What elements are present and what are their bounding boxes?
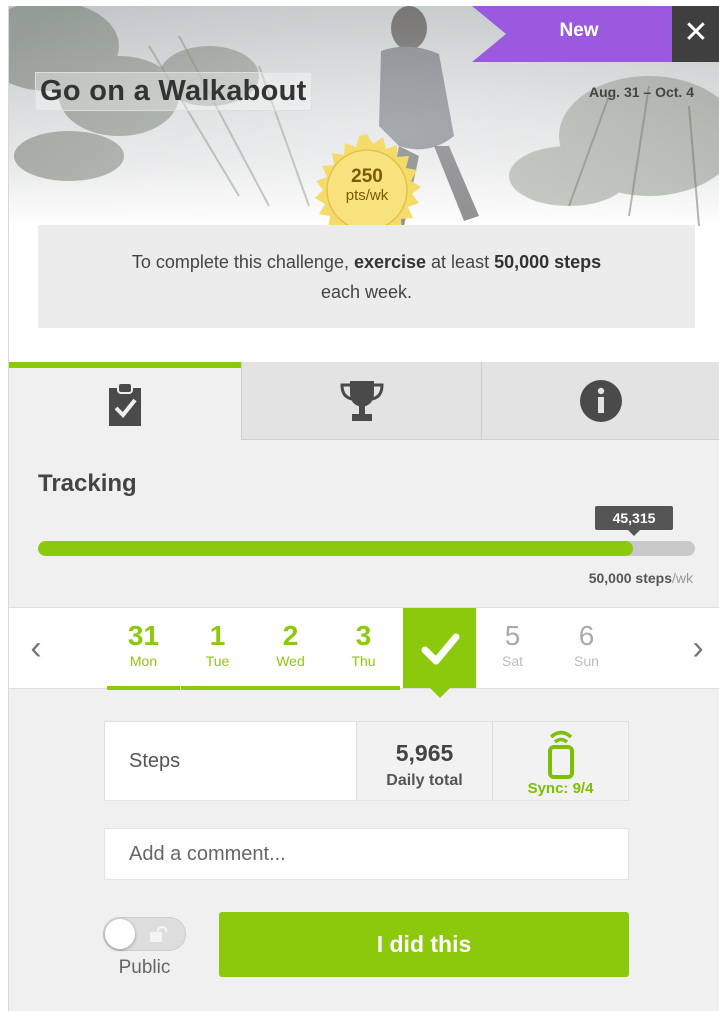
- lock-icon: [150, 926, 167, 942]
- day-item[interactable]: 3 Thu: [327, 608, 400, 690]
- day-number: 2: [282, 620, 299, 651]
- new-badge: New: [559, 20, 599, 41]
- day-item[interactable]: 6 Sun: [550, 608, 623, 690]
- daily-total-label: Daily total: [386, 772, 463, 789]
- progress-goal: 50,000 steps/wk: [588, 570, 693, 586]
- day-name: Thu: [351, 653, 376, 669]
- trophy-icon: [339, 380, 384, 421]
- day-selector: ‹ 31 Mon 1 Tue 2 Wed 3 Thu 5 Sat 6 Sun ›: [9, 607, 719, 698]
- close-button[interactable]: ✕: [672, 6, 719, 62]
- day-item[interactable]: 1 Tue: [181, 608, 254, 690]
- day-name: Sat: [501, 653, 523, 669]
- day-name: Sun: [574, 653, 599, 669]
- day-name: Wed: [276, 653, 305, 669]
- steps-input[interactable]: Steps: [105, 722, 357, 800]
- tab-info[interactable]: [481, 362, 719, 440]
- progress-bar-fill: [38, 541, 634, 556]
- i-did-this-button[interactable]: I did this: [219, 912, 629, 977]
- comment-input[interactable]: Add a comment...: [104, 828, 629, 880]
- challenge-header: Go on a Walkabout Aug. 31 – Oct. 4 New ✕…: [9, 6, 719, 362]
- sync-button[interactable]: Sync: 9/4: [493, 722, 628, 800]
- day-name: Tue: [205, 653, 230, 669]
- challenge-description: To complete this challenge, exercise at …: [38, 225, 695, 328]
- checkmark-icon: [421, 633, 460, 665]
- progress-bar: [38, 541, 695, 556]
- step-entry: Steps 5,965 Daily total Sync: 9/4: [104, 721, 629, 801]
- info-icon: [580, 379, 622, 422]
- day-number: 1: [209, 620, 226, 651]
- next-week-arrow[interactable]: ›: [683, 630, 713, 666]
- prev-week-arrow[interactable]: ‹: [21, 630, 51, 666]
- day-number: 31: [127, 620, 160, 651]
- challenge-tabs: [9, 362, 719, 440]
- tracking-title: Tracking: [38, 470, 137, 497]
- device-sync-icon: [548, 730, 574, 779]
- clipboard-check-icon: [109, 382, 141, 426]
- daily-total-value: 5,965: [395, 740, 454, 766]
- day-number: 6: [578, 620, 595, 651]
- points-value: 250: [351, 166, 383, 187]
- day-today[interactable]: [403, 608, 476, 698]
- daily-total: 5,965 Daily total: [357, 722, 493, 800]
- toggle-knob: [105, 919, 135, 949]
- sync-label: Sync: 9/4: [527, 780, 594, 797]
- day-item[interactable]: 5 Sat: [476, 608, 549, 690]
- tab-tracking[interactable]: [9, 362, 241, 440]
- day-number: 3: [355, 620, 372, 651]
- public-label: Public: [118, 957, 171, 978]
- challenge-dates: Aug. 31 – Oct. 4: [588, 84, 694, 100]
- challenge-title: Go on a Walkabout: [35, 72, 312, 111]
- points-unit: pts/wk: [345, 187, 389, 204]
- day-item[interactable]: 31 Mon: [107, 608, 180, 690]
- day-name: Mon: [129, 653, 158, 669]
- progress-current-value: 45,315: [595, 506, 673, 536]
- day-number: 5: [504, 620, 521, 651]
- public-toggle[interactable]: [103, 917, 186, 951]
- day-item[interactable]: 2 Wed: [254, 608, 327, 690]
- tab-leaderboard[interactable]: [241, 362, 481, 440]
- challenge-card: Go on a Walkabout Aug. 31 – Oct. 4 New ✕…: [8, 6, 719, 1011]
